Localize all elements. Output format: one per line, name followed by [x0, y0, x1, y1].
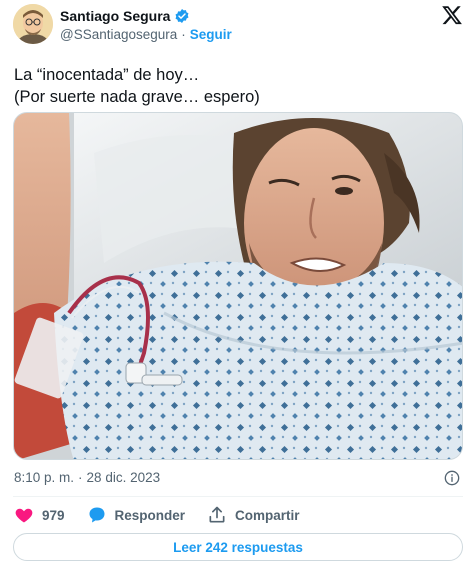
like-count: 979 [42, 507, 65, 523]
divider [13, 496, 463, 497]
verified-badge-icon [174, 8, 190, 24]
tweet-text-line-2: (Por suerte nada grave… espero) [14, 88, 260, 106]
hospital-bed-photo [14, 113, 462, 459]
tweet-photo[interactable] [13, 112, 463, 460]
share-label: Compartir [235, 507, 300, 523]
avatar-image [13, 4, 53, 44]
share-upload-icon [209, 506, 225, 523]
tweet-text-line-1: La “inocentada” de hoy… [14, 66, 200, 84]
reply-button[interactable]: Responder [87, 505, 186, 525]
tweet-card: Santiago Segura @SSantiagosegura · Segui… [0, 0, 474, 568]
author-handle-line: @SSantiagosegura · Seguir [60, 27, 232, 42]
timestamp-separator: · [78, 470, 83, 485]
read-replies-label: Leer 242 respuestas [173, 539, 303, 555]
follow-button[interactable]: Seguir [190, 27, 232, 42]
author-avatar[interactable] [13, 4, 53, 44]
like-button[interactable]: 979 [14, 505, 65, 525]
tweet-text: La “inocentada” de hoy… (Por suerte nada… [14, 64, 454, 108]
author-name-line: Santiago Segura [60, 7, 190, 25]
heart-icon [15, 508, 33, 523]
author-display-name[interactable]: Santiago Segura [60, 8, 170, 24]
tweet-date: 28 dic. 2023 [86, 470, 161, 485]
handle-separator: · [181, 27, 186, 42]
read-replies-button[interactable]: Leer 242 respuestas [13, 533, 463, 561]
reply-label: Responder [114, 507, 186, 523]
speech-bubble-icon [89, 507, 105, 523]
tweet-actions: 979 Responder Compartir [14, 504, 300, 526]
tweet-timestamp[interactable]: 8:10 p. m. · 28 dic. 2023 [14, 470, 160, 485]
x-logo-icon[interactable] [441, 4, 463, 26]
tweet-time: 8:10 p. m. [14, 470, 75, 485]
share-button[interactable]: Compartir [207, 505, 300, 525]
info-icon[interactable] [444, 470, 460, 486]
author-handle[interactable]: @SSantiagosegura [60, 27, 177, 42]
